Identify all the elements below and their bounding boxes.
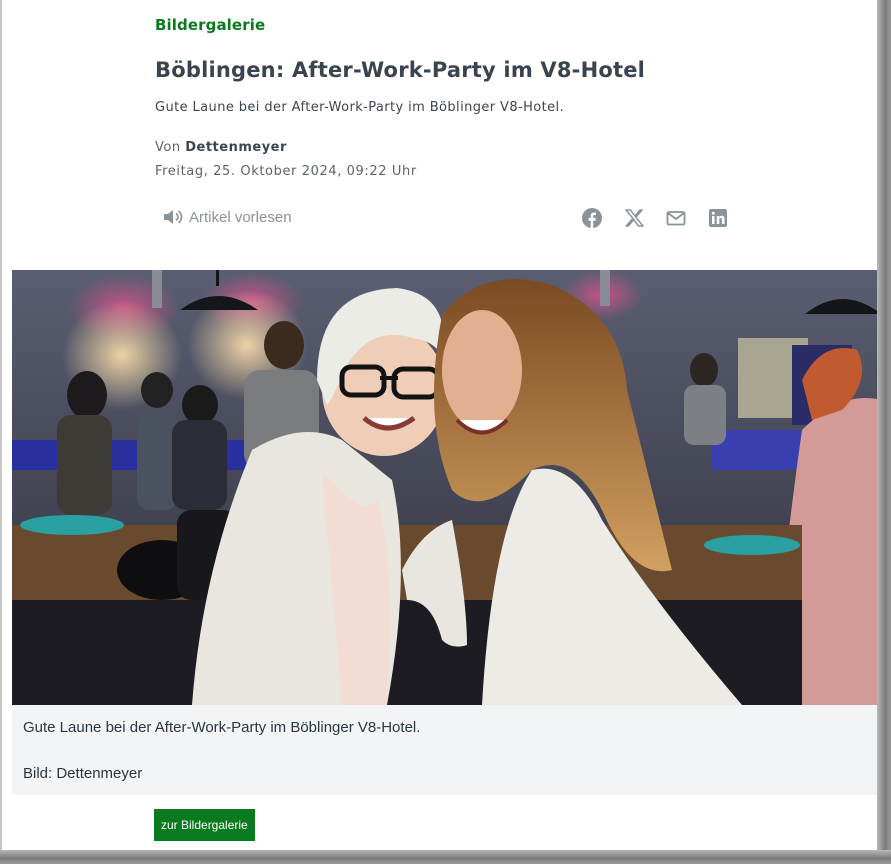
screenshot-frame-left <box>0 0 2 864</box>
author-name[interactable]: Dettenmeyer <box>185 140 287 155</box>
read-aloud-label: Artikel vorlesen <box>189 208 292 226</box>
speaker-icon <box>164 210 183 224</box>
share-linkedin-button[interactable] <box>707 207 729 229</box>
share-mail-button[interactable] <box>665 207 687 229</box>
party-photo <box>12 270 881 705</box>
article-photo[interactable] <box>12 270 881 705</box>
image-credit: Bild: Dettenmeyer <box>23 765 143 782</box>
byline: Von Dettenmeyer <box>155 140 287 155</box>
image-caption: Gute Laune bei der After-Work-Party im B… <box>23 719 421 736</box>
byline-prefix: Von <box>155 140 181 155</box>
x-icon <box>625 209 644 227</box>
read-aloud-button[interactable]: Artikel vorlesen <box>163 208 292 226</box>
gallery-button[interactable]: zur Bildergalerie <box>154 809 255 841</box>
publish-date: Freitag, 25. Oktober 2024, 09:22 Uhr <box>155 164 417 179</box>
share-x-button[interactable] <box>623 207 645 229</box>
share-facebook-button[interactable] <box>581 207 603 229</box>
mail-icon <box>666 211 686 226</box>
article-headline: Böblingen: After-Work-Party im V8-Hotel <box>155 58 646 82</box>
linkedin-icon <box>709 209 727 227</box>
screenshot-frame-right <box>877 0 891 864</box>
screenshot-frame-bottom <box>0 850 891 864</box>
facebook-icon <box>582 208 602 228</box>
article-teaser: Gute Laune bei der After-Work-Party im B… <box>155 100 565 115</box>
section-kicker[interactable]: Bildergalerie <box>155 16 265 34</box>
